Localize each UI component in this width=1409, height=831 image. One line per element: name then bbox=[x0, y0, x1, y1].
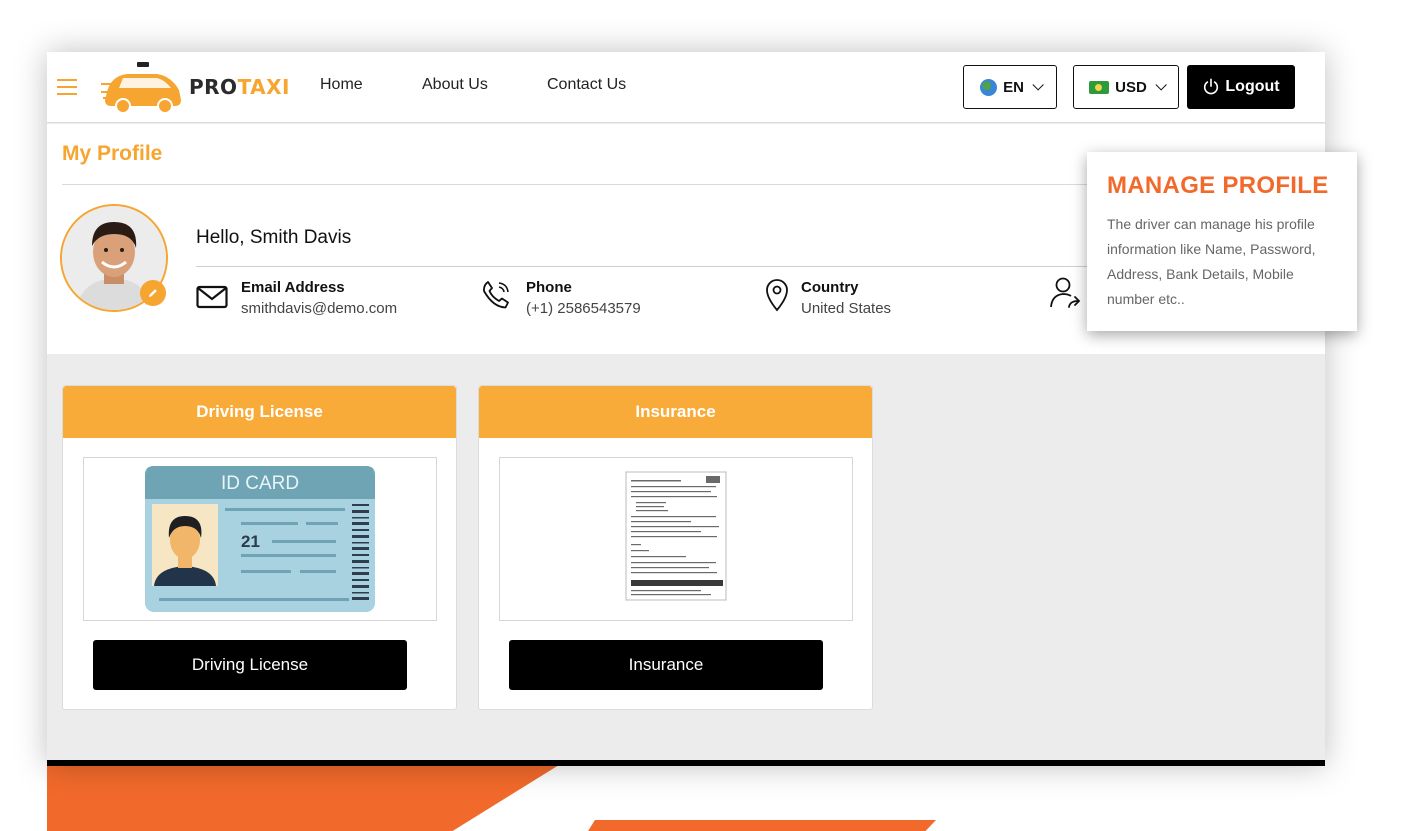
brand-logo[interactable]: PROTAXI bbox=[101, 62, 289, 114]
brand-name: PROTAXI bbox=[189, 75, 290, 99]
user-share-icon[interactable] bbox=[1048, 275, 1084, 311]
logout-label: Logout bbox=[1225, 78, 1280, 95]
taxi-car-icon bbox=[101, 62, 181, 114]
nav-about-us[interactable]: About Us bbox=[422, 76, 488, 94]
country-label: Country bbox=[801, 279, 859, 296]
insurance-document-image[interactable] bbox=[499, 457, 853, 621]
country-value: United States bbox=[801, 300, 892, 317]
insurance-card: Insurance Insurance bbox=[478, 385, 873, 710]
location-pin-icon bbox=[766, 279, 788, 312]
top-header: PROTAXI Home About Us Contact Us EN USD … bbox=[47, 52, 1325, 123]
page-title: My Profile bbox=[62, 142, 163, 165]
phone-icon bbox=[483, 281, 509, 309]
currency-label: USD bbox=[1115, 78, 1147, 96]
language-select[interactable]: EN bbox=[963, 65, 1057, 109]
envelope-icon bbox=[196, 285, 228, 309]
driving-license-image[interactable]: ID CARD 21 bbox=[83, 457, 437, 621]
nav-home[interactable]: Home bbox=[320, 76, 363, 94]
decorative-orange-strip bbox=[588, 820, 936, 831]
pencil-icon bbox=[149, 289, 157, 297]
id-card-caption: ID CARD bbox=[221, 473, 299, 494]
id-card-number: 21 bbox=[241, 532, 260, 551]
card-header: Driving License bbox=[63, 386, 456, 438]
logout-button[interactable]: Logout bbox=[1187, 65, 1295, 109]
email-label: Email Address bbox=[241, 279, 345, 296]
greeting: Hello, Smith Davis bbox=[196, 227, 352, 248]
language-label: EN bbox=[1003, 78, 1024, 96]
driving-license-button[interactable]: Driving License bbox=[93, 640, 407, 690]
decorative-orange-shape bbox=[47, 760, 567, 831]
phone-label: Phone bbox=[526, 279, 572, 296]
manage-profile-callout: MANAGE PROFILE The driver can manage his… bbox=[1087, 152, 1357, 331]
currency-flag-icon bbox=[1089, 80, 1110, 94]
callout-title: MANAGE PROFILE bbox=[1107, 172, 1329, 199]
chevron-down-icon bbox=[1155, 79, 1167, 91]
callout-body: The driver can manage his profile inform… bbox=[1107, 216, 1316, 307]
card-header: Insurance bbox=[479, 386, 872, 438]
insurance-document-thumbnail bbox=[625, 471, 727, 601]
chevron-down-icon bbox=[1032, 79, 1044, 91]
id-card-illustration: ID CARD 21 bbox=[145, 466, 375, 612]
globe-flag-icon bbox=[980, 78, 998, 96]
driving-license-card: Driving License ID CARD 21 Driving Licen… bbox=[62, 385, 457, 710]
email-value: smithdavis@demo.com bbox=[241, 300, 398, 317]
nav-contact-us[interactable]: Contact Us bbox=[547, 76, 626, 94]
insurance-button[interactable]: Insurance bbox=[509, 640, 823, 690]
hamburger-menu-icon[interactable] bbox=[57, 79, 77, 95]
currency-select[interactable]: USD bbox=[1073, 65, 1179, 109]
power-icon bbox=[1204, 78, 1219, 95]
edit-avatar-button[interactable] bbox=[140, 280, 166, 306]
phone-value: (+1) 2586543579 bbox=[526, 300, 641, 317]
